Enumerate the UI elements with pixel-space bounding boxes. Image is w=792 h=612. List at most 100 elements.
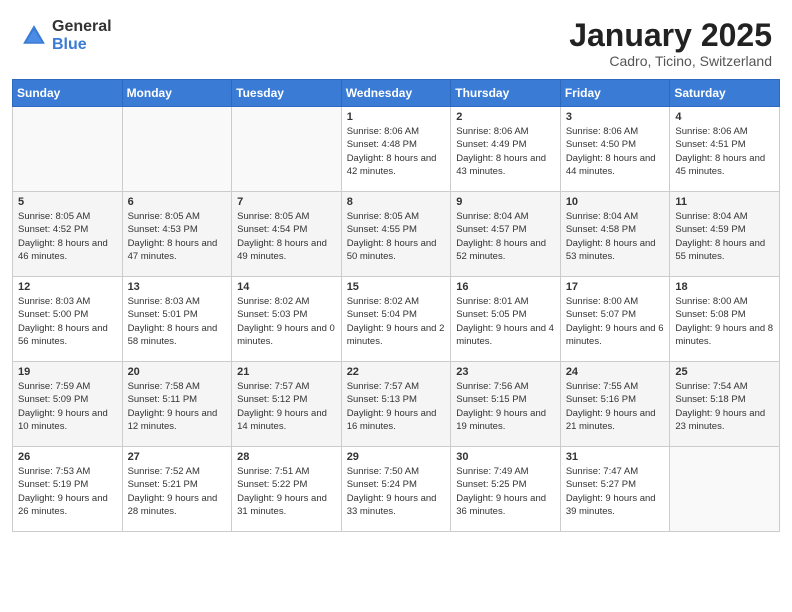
sunrise: Sunrise: 8:06 AM [675, 126, 747, 137]
daylight: Daylight: 9 hours and 12 minutes. [128, 408, 218, 432]
day-cell: 5 Sunrise: 8:05 AM Sunset: 4:52 PM Dayli… [13, 192, 123, 277]
day-cell: 10 Sunrise: 8:04 AM Sunset: 4:58 PM Dayl… [560, 192, 670, 277]
daylight: Daylight: 8 hours and 55 minutes. [675, 238, 765, 262]
sunrise: Sunrise: 7:53 AM [18, 466, 90, 477]
day-info: Sunrise: 7:59 AM Sunset: 5:09 PM Dayligh… [18, 380, 117, 433]
day-number: 19 [18, 366, 117, 378]
day-number: 17 [566, 281, 665, 293]
sunrise: Sunrise: 7:55 AM [566, 381, 638, 392]
day-number: 12 [18, 281, 117, 293]
daylight: Daylight: 8 hours and 44 minutes. [566, 153, 656, 177]
day-info: Sunrise: 7:51 AM Sunset: 5:22 PM Dayligh… [237, 465, 336, 518]
day-cell: 14 Sunrise: 8:02 AM Sunset: 5:03 PM Dayl… [232, 277, 342, 362]
day-info: Sunrise: 7:56 AM Sunset: 5:15 PM Dayligh… [456, 380, 555, 433]
day-info: Sunrise: 8:04 AM Sunset: 4:59 PM Dayligh… [675, 210, 774, 263]
day-info: Sunrise: 8:06 AM Sunset: 4:50 PM Dayligh… [566, 125, 665, 178]
sunrise: Sunrise: 7:56 AM [456, 381, 528, 392]
day-number: 30 [456, 451, 555, 463]
day-number: 1 [347, 111, 446, 123]
sunrise: Sunrise: 8:02 AM [237, 296, 309, 307]
day-number: 14 [237, 281, 336, 293]
day-info: Sunrise: 7:57 AM Sunset: 5:12 PM Dayligh… [237, 380, 336, 433]
day-number: 15 [347, 281, 446, 293]
logo-text: General Blue [52, 18, 112, 53]
day-cell: 4 Sunrise: 8:06 AM Sunset: 4:51 PM Dayli… [670, 107, 780, 192]
day-cell: 15 Sunrise: 8:02 AM Sunset: 5:04 PM Dayl… [341, 277, 451, 362]
day-cell: 13 Sunrise: 8:03 AM Sunset: 5:01 PM Dayl… [122, 277, 232, 362]
logo-icon [20, 22, 48, 50]
week-row-2: 12 Sunrise: 8:03 AM Sunset: 5:00 PM Dayl… [13, 277, 780, 362]
day-info: Sunrise: 8:06 AM Sunset: 4:51 PM Dayligh… [675, 125, 774, 178]
sunset: Sunset: 5:18 PM [675, 394, 745, 405]
week-row-1: 5 Sunrise: 8:05 AM Sunset: 4:52 PM Dayli… [13, 192, 780, 277]
day-cell: 24 Sunrise: 7:55 AM Sunset: 5:16 PM Dayl… [560, 362, 670, 447]
sunrise: Sunrise: 8:04 AM [456, 211, 528, 222]
header-day-wednesday: Wednesday [341, 80, 451, 107]
day-cell: 23 Sunrise: 7:56 AM Sunset: 5:15 PM Dayl… [451, 362, 561, 447]
day-info: Sunrise: 8:02 AM Sunset: 5:04 PM Dayligh… [347, 295, 446, 348]
day-cell [122, 107, 232, 192]
page: General Blue January 2025 Cadro, Ticino,… [0, 0, 792, 612]
day-cell: 31 Sunrise: 7:47 AM Sunset: 5:27 PM Dayl… [560, 447, 670, 532]
day-number: 25 [675, 366, 774, 378]
sunrise: Sunrise: 7:54 AM [675, 381, 747, 392]
sunrise: Sunrise: 8:01 AM [456, 296, 528, 307]
day-number: 28 [237, 451, 336, 463]
day-number: 20 [128, 366, 227, 378]
calendar-table: SundayMondayTuesdayWednesdayThursdayFrid… [12, 79, 780, 532]
day-info: Sunrise: 8:03 AM Sunset: 5:00 PM Dayligh… [18, 295, 117, 348]
daylight: Daylight: 8 hours and 43 minutes. [456, 153, 546, 177]
sunrise: Sunrise: 7:49 AM [456, 466, 528, 477]
logo-blue-text: Blue [52, 36, 112, 54]
sunset: Sunset: 5:01 PM [128, 309, 198, 320]
daylight: Daylight: 9 hours and 39 minutes. [566, 493, 656, 517]
daylight: Daylight: 9 hours and 28 minutes. [128, 493, 218, 517]
calendar-header: SundayMondayTuesdayWednesdayThursdayFrid… [13, 80, 780, 107]
sunset: Sunset: 4:59 PM [675, 224, 745, 235]
daylight: Daylight: 9 hours and 8 minutes. [675, 323, 773, 347]
sunset: Sunset: 5:07 PM [566, 309, 636, 320]
daylight: Daylight: 9 hours and 14 minutes. [237, 408, 327, 432]
sunrise: Sunrise: 7:58 AM [128, 381, 200, 392]
header: General Blue January 2025 Cadro, Ticino,… [0, 0, 792, 79]
sunset: Sunset: 5:13 PM [347, 394, 417, 405]
day-cell: 9 Sunrise: 8:04 AM Sunset: 4:57 PM Dayli… [451, 192, 561, 277]
sunset: Sunset: 5:00 PM [18, 309, 88, 320]
sunrise: Sunrise: 8:03 AM [128, 296, 200, 307]
sunset: Sunset: 4:53 PM [128, 224, 198, 235]
day-number: 5 [18, 196, 117, 208]
sunrise: Sunrise: 7:59 AM [18, 381, 90, 392]
day-cell: 2 Sunrise: 8:06 AM Sunset: 4:49 PM Dayli… [451, 107, 561, 192]
daylight: Daylight: 9 hours and 6 minutes. [566, 323, 664, 347]
header-day-monday: Monday [122, 80, 232, 107]
day-number: 6 [128, 196, 227, 208]
day-number: 21 [237, 366, 336, 378]
day-number: 29 [347, 451, 446, 463]
daylight: Daylight: 9 hours and 26 minutes. [18, 493, 108, 517]
day-number: 24 [566, 366, 665, 378]
sunrise: Sunrise: 7:57 AM [237, 381, 309, 392]
daylight: Daylight: 8 hours and 46 minutes. [18, 238, 108, 262]
day-cell: 16 Sunrise: 8:01 AM Sunset: 5:05 PM Dayl… [451, 277, 561, 362]
sunrise: Sunrise: 8:04 AM [675, 211, 747, 222]
sunset: Sunset: 4:49 PM [456, 139, 526, 150]
day-info: Sunrise: 8:00 AM Sunset: 5:08 PM Dayligh… [675, 295, 774, 348]
header-day-sunday: Sunday [13, 80, 123, 107]
header-row: SundayMondayTuesdayWednesdayThursdayFrid… [13, 80, 780, 107]
week-row-0: 1 Sunrise: 8:06 AM Sunset: 4:48 PM Dayli… [13, 107, 780, 192]
day-info: Sunrise: 7:57 AM Sunset: 5:13 PM Dayligh… [347, 380, 446, 433]
sunset: Sunset: 5:27 PM [566, 479, 636, 490]
day-info: Sunrise: 7:53 AM Sunset: 5:19 PM Dayligh… [18, 465, 117, 518]
sunrise: Sunrise: 7:50 AM [347, 466, 419, 477]
daylight: Daylight: 8 hours and 50 minutes. [347, 238, 437, 262]
day-info: Sunrise: 7:50 AM Sunset: 5:24 PM Dayligh… [347, 465, 446, 518]
header-day-friday: Friday [560, 80, 670, 107]
day-cell: 28 Sunrise: 7:51 AM Sunset: 5:22 PM Dayl… [232, 447, 342, 532]
daylight: Daylight: 9 hours and 2 minutes. [347, 323, 445, 347]
day-number: 26 [18, 451, 117, 463]
sunset: Sunset: 4:51 PM [675, 139, 745, 150]
week-row-3: 19 Sunrise: 7:59 AM Sunset: 5:09 PM Dayl… [13, 362, 780, 447]
calendar-subtitle: Cadro, Ticino, Switzerland [569, 53, 772, 69]
day-info: Sunrise: 8:01 AM Sunset: 5:05 PM Dayligh… [456, 295, 555, 348]
day-cell: 27 Sunrise: 7:52 AM Sunset: 5:21 PM Dayl… [122, 447, 232, 532]
